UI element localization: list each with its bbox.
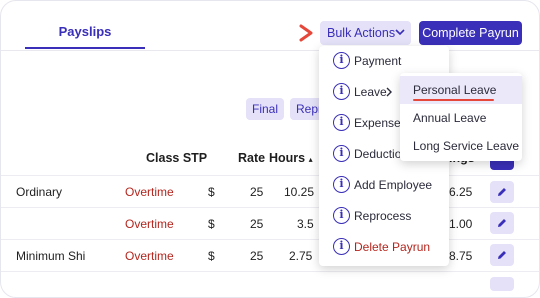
app-frame: Payslips Bulk Actions Complete Payrun Fi… bbox=[0, 0, 540, 298]
row-currency: $ bbox=[208, 249, 215, 263]
chevron-down-icon bbox=[395, 29, 405, 36]
row-amount: 8.75 bbox=[449, 249, 473, 263]
row-class: Overtime bbox=[125, 185, 174, 199]
row-hours: 10.25 bbox=[284, 185, 315, 199]
info-icon: i bbox=[333, 238, 350, 255]
submenu-item-long-service-leave[interactable]: Long Service Leave bbox=[400, 132, 522, 160]
tab-divider bbox=[1, 50, 539, 51]
row-divider bbox=[1, 239, 539, 240]
pencil-icon bbox=[498, 188, 506, 196]
menu-item-label: Delete Payrun bbox=[354, 240, 431, 254]
menu-item-label: Expense bbox=[354, 116, 401, 130]
row-rate: 25 bbox=[250, 217, 264, 231]
row-amount: 6.25 bbox=[449, 185, 473, 199]
info-icon: i bbox=[333, 114, 350, 131]
tab-payslips[interactable]: Payslips bbox=[25, 15, 145, 51]
sort-ascending-icon: ▴ bbox=[308, 155, 313, 164]
complete-payrun-button[interactable]: Complete Payrun bbox=[419, 21, 522, 45]
row-currency: $ bbox=[208, 217, 215, 231]
info-icon: i bbox=[333, 176, 350, 193]
row-rate: 25 bbox=[250, 249, 264, 263]
menu-item-label: Add Employee bbox=[354, 178, 433, 192]
column-header-hours[interactable]: Hours ▴ bbox=[269, 151, 313, 165]
info-icon: i bbox=[333, 83, 350, 100]
row-name: Minimum Shi bbox=[16, 249, 86, 263]
submenu-item-annual-leave[interactable]: Annual Leave bbox=[400, 104, 522, 132]
row-currency: $ bbox=[208, 185, 215, 199]
menu-item-label: Reprocess bbox=[354, 209, 412, 223]
row-divider bbox=[1, 175, 539, 176]
menu-item-delete-payrun[interactable]: i Delete Payrun bbox=[319, 232, 449, 262]
annotation-arrow-icon bbox=[299, 24, 313, 42]
row-name: Ordinary bbox=[16, 185, 63, 199]
annotation-underline bbox=[413, 99, 494, 101]
edit-row-button[interactable] bbox=[490, 244, 514, 266]
row-rate: 25 bbox=[250, 185, 264, 199]
leave-submenu: Personal Leave Annual Leave Long Service… bbox=[400, 73, 522, 161]
edit-row-button[interactable] bbox=[490, 277, 514, 291]
info-icon: i bbox=[333, 52, 350, 69]
menu-item-label: Payment bbox=[354, 54, 402, 68]
pencil-icon bbox=[498, 251, 506, 259]
row-divider bbox=[1, 207, 539, 208]
bulk-actions-button[interactable]: Bulk Actions bbox=[320, 21, 411, 45]
info-icon: i bbox=[333, 207, 350, 224]
active-tab-indicator bbox=[25, 47, 145, 49]
pencil-icon bbox=[498, 219, 506, 227]
column-header-class-stp: Class STP bbox=[146, 151, 208, 165]
info-icon: i bbox=[333, 145, 350, 162]
column-header-hours-label: Hours bbox=[269, 151, 306, 165]
row-hours: 3.5 bbox=[297, 217, 314, 231]
edit-row-button[interactable] bbox=[490, 181, 514, 203]
row-class: Overtime bbox=[125, 217, 174, 231]
chevron-right-icon bbox=[386, 87, 392, 97]
menu-item-payment[interactable]: i Payment bbox=[319, 46, 449, 76]
menu-item-label: Leave bbox=[354, 85, 387, 99]
row-divider bbox=[1, 271, 539, 272]
bulk-actions-label: Bulk Actions bbox=[327, 26, 396, 40]
row-hours: 2.75 bbox=[289, 249, 313, 263]
final-filter-button[interactable]: Final bbox=[246, 98, 284, 120]
row-class: Overtime bbox=[125, 249, 174, 263]
edit-row-button[interactable] bbox=[490, 212, 514, 234]
row-amount: 1.00 bbox=[449, 217, 473, 231]
menu-item-reprocess[interactable]: i Reprocess bbox=[319, 201, 449, 231]
menu-item-add-employee[interactable]: i Add Employee bbox=[319, 170, 449, 200]
column-header-rate: Rate bbox=[238, 151, 266, 165]
